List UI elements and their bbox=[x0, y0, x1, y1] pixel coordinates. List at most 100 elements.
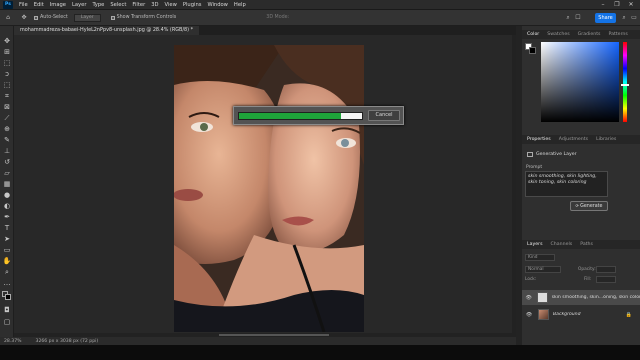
cancel-button[interactable]: Cancel bbox=[368, 110, 400, 121]
generate-button[interactable]: ⟳ Generate bbox=[570, 201, 608, 211]
lock-icon: 🔒 bbox=[625, 311, 632, 318]
type-icon[interactable]: T bbox=[2, 224, 12, 233]
eyedropper-icon[interactable]: ⟋ bbox=[2, 114, 12, 123]
history-brush-icon[interactable]: ↺ bbox=[2, 158, 12, 167]
progress-bar-fill bbox=[239, 113, 342, 119]
artboard-icon[interactable]: ⊞ bbox=[2, 48, 12, 57]
frame-icon[interactable]: ⊠ bbox=[2, 103, 12, 112]
menu-view[interactable]: View bbox=[165, 2, 177, 8]
layer-row-background[interactable]: 👁 Background 🔒 bbox=[522, 307, 640, 322]
eraser-icon[interactable]: ▱ bbox=[2, 169, 12, 178]
screen-mode-icon[interactable]: ▢ bbox=[2, 318, 12, 327]
generative-layer-header: Generative Layer bbox=[527, 152, 577, 157]
menu-bar: Ps File Edit Image Layer Type Select Fil… bbox=[0, 0, 640, 10]
lasso-icon[interactable]: ↄ bbox=[2, 70, 12, 79]
auto-select-checkbox[interactable]: Auto-Select bbox=[34, 15, 68, 20]
layers-panel-tabs: Layers Channels Paths bbox=[522, 240, 640, 249]
canvas-area[interactable] bbox=[14, 35, 516, 333]
document-size: 3266 px x 3038 px (72 ppi) bbox=[35, 338, 99, 344]
zoom-icon[interactable]: ⌕ bbox=[2, 268, 12, 277]
horizontal-scroll-thumb[interactable] bbox=[219, 334, 329, 336]
home-icon[interactable]: ⌂ bbox=[4, 14, 12, 22]
minimize-icon[interactable]: – bbox=[598, 1, 608, 9]
menu-layer[interactable]: Layer bbox=[72, 2, 86, 8]
color-picker-field[interactable] bbox=[541, 42, 619, 122]
learn-icon[interactable]: ☐ bbox=[574, 14, 582, 22]
photoshop-logo: Ps bbox=[3, 0, 13, 9]
pen-icon[interactable]: ✒ bbox=[2, 213, 12, 222]
blur-icon[interactable]: ● bbox=[2, 191, 12, 200]
workspace-icon[interactable]: ▭ bbox=[630, 14, 638, 22]
background-swatch[interactable] bbox=[529, 47, 536, 54]
prompt-input[interactable]: skin smoothing, skin lighting, skin toni… bbox=[525, 171, 608, 197]
menu-filter[interactable]: Filter bbox=[132, 2, 145, 8]
tab-adjustments[interactable]: Adjustments bbox=[559, 137, 588, 142]
path-select-icon[interactable]: ➤ bbox=[2, 235, 12, 244]
quick-mask-icon[interactable]: ◘ bbox=[2, 306, 12, 315]
menu-plugins[interactable]: Plugins bbox=[183, 2, 202, 8]
layer-name[interactable]: skin smoothing, skin...oning, skin color… bbox=[552, 295, 640, 300]
search-icon[interactable]: ⌕ bbox=[564, 14, 572, 22]
object-select-icon[interactable]: ⬚ bbox=[2, 81, 12, 90]
progress-bar bbox=[238, 112, 363, 120]
menu-image[interactable]: Image bbox=[50, 2, 66, 8]
opacity-field[interactable] bbox=[596, 266, 616, 273]
menu-select[interactable]: Select bbox=[110, 2, 126, 8]
more-tools-icon[interactable]: … bbox=[2, 279, 12, 288]
hand-icon[interactable]: ✋ bbox=[2, 257, 12, 266]
options-bar: ⌂ ✥ Auto-Select Layer Show Transform Con… bbox=[0, 10, 640, 26]
close-icon[interactable]: ✕ bbox=[626, 1, 636, 9]
hue-slider[interactable] bbox=[623, 42, 627, 122]
move-tool-icon[interactable]: ✥ bbox=[20, 14, 28, 22]
restore-icon[interactable]: ❐ bbox=[612, 1, 622, 9]
tab-channels[interactable]: Channels bbox=[551, 242, 573, 247]
crop-icon[interactable]: ⌗ bbox=[2, 92, 12, 101]
tab-color[interactable]: Color bbox=[527, 32, 539, 37]
share-button[interactable]: Share bbox=[595, 13, 616, 23]
menu-3d[interactable]: 3D bbox=[151, 2, 158, 8]
visibility-eye-icon[interactable]: 👁 bbox=[525, 295, 532, 301]
generative-layer-icon bbox=[527, 152, 533, 157]
visibility-eye-icon[interactable]: 👁 bbox=[525, 312, 533, 318]
layer-thumbnail bbox=[538, 309, 549, 320]
portrait-photo bbox=[174, 45, 364, 332]
layer-row-generative[interactable]: 👁 skin smoothing, skin...oning, skin col… bbox=[522, 290, 640, 305]
tab-patterns[interactable]: Patterns bbox=[609, 32, 628, 37]
progress-dialog: Cancel bbox=[233, 106, 404, 125]
hue-slider-marker[interactable] bbox=[621, 84, 629, 86]
tab-layers[interactable]: Layers bbox=[527, 242, 543, 247]
gradient-icon[interactable]: ▦ bbox=[2, 180, 12, 189]
marquee-icon[interactable]: ⬚ bbox=[2, 59, 12, 68]
move-icon[interactable]: ✥ bbox=[2, 37, 12, 46]
menu-help[interactable]: Help bbox=[234, 2, 246, 8]
stamp-icon[interactable]: ⊥ bbox=[2, 147, 12, 156]
document-tab[interactable]: mohammadreza-babaei-HyIeL2nPpv8-unsplash… bbox=[14, 26, 200, 35]
layer-select-dropdown[interactable]: Layer bbox=[73, 13, 101, 22]
healing-icon[interactable]: ⊕ bbox=[2, 125, 12, 134]
menu-edit[interactable]: Edit bbox=[34, 2, 44, 8]
tab-properties[interactable]: Properties bbox=[527, 137, 551, 142]
color-panel-tabs: Color Swatches Gradients Patterns bbox=[522, 30, 640, 39]
tab-swatches[interactable]: Swatches bbox=[547, 32, 569, 37]
tab-libraries[interactable]: Libraries bbox=[596, 137, 616, 142]
background-color-swatch[interactable] bbox=[5, 294, 11, 300]
3d-mode-label: 3D Mode: bbox=[266, 15, 290, 20]
document-canvas-image[interactable] bbox=[174, 45, 364, 332]
fill-field[interactable] bbox=[596, 276, 616, 283]
prompt-label: Prompt bbox=[526, 165, 543, 170]
dodge-icon[interactable]: ◐ bbox=[2, 202, 12, 211]
discover-icon[interactable]: ⌕ bbox=[620, 14, 628, 22]
blend-mode-dropdown[interactable]: Normal bbox=[525, 266, 561, 273]
zoom-level[interactable]: 28.37% bbox=[4, 339, 22, 344]
menu-window[interactable]: Window bbox=[207, 2, 227, 8]
rectangle-icon[interactable]: ▭ bbox=[2, 246, 12, 255]
tab-gradients[interactable]: Gradients bbox=[578, 32, 601, 37]
brush-icon[interactable]: ✎ bbox=[2, 136, 12, 145]
layer-name[interactable]: Background bbox=[553, 312, 581, 317]
layer-filter-dropdown[interactable]: Kind bbox=[525, 254, 555, 261]
transform-controls-checkbox[interactable]: Show Transform Controls bbox=[110, 15, 176, 20]
menu-file[interactable]: File bbox=[19, 2, 28, 8]
tab-paths[interactable]: Paths bbox=[580, 242, 593, 247]
menu-type[interactable]: Type bbox=[92, 2, 104, 8]
document-tab-bar: mohammadreza-babaei-HyIeL2nPpv8-unsplash… bbox=[14, 26, 516, 35]
